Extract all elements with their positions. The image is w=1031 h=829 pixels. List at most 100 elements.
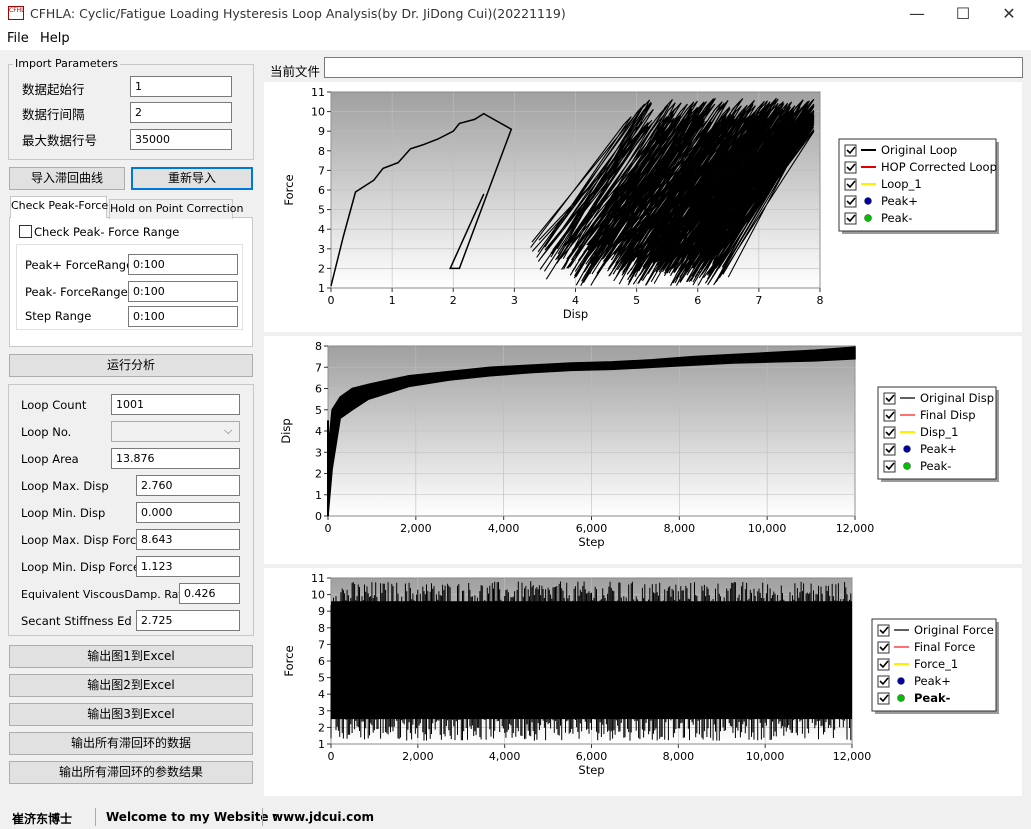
y-axis-label: Force: [282, 645, 296, 676]
y-tick-label: 7: [318, 164, 325, 177]
y-tick-label: 10: [311, 106, 325, 119]
loop-max-disp-force-label: Loop Max. Disp Force: [21, 533, 144, 547]
loop-no-label: Loop No.: [21, 425, 72, 439]
loop-max-disp-field[interactable]: 2.760: [136, 475, 240, 496]
y-tick-label: 2: [318, 262, 325, 275]
x-tick-label: 1: [389, 294, 396, 307]
chart1-panel: 0 1 2 3 4 5 6 7 8 1 2 3 4 5 6 7 8 9 10 11 Disp Force Original …: [264, 82, 1022, 332]
y-tick-label: 1: [318, 738, 325, 751]
x-tick-label: 4,000: [489, 750, 520, 763]
legend-marker-swatch: [897, 694, 905, 702]
y-tick-label: 11: [311, 572, 325, 585]
import-curve-button[interactable]: 导入滞回曲线: [9, 167, 125, 190]
x-tick-label: 4,000: [488, 522, 519, 535]
x-tick-label: 8: [817, 294, 824, 307]
legend-marker-swatch: [903, 445, 911, 453]
step-range-input[interactable]: 0:100: [128, 306, 238, 327]
loop-min-disp-label: Loop Min. Disp: [21, 506, 106, 520]
y-tick-label: 2: [315, 468, 322, 481]
peak-minus-range-label: Peak- ForceRange: [25, 285, 128, 299]
run-analysis-button[interactable]: 运行分析: [9, 354, 253, 377]
close-button[interactable]: ✕: [986, 0, 1031, 28]
peak-plus-range-input[interactable]: 0:100: [128, 254, 238, 275]
evd-ratio-label: Equivalent ViscousDamp. Ratio: [21, 588, 193, 601]
export-all-data-button[interactable]: 输出所有滞回环的数据: [9, 732, 253, 755]
y-tick-label: 0: [315, 510, 322, 523]
legend-entry: Peak+: [914, 674, 951, 688]
y-tick-label: 8: [315, 340, 322, 353]
y-tick-label: 3: [318, 243, 325, 256]
chevron-down-icon[interactable]: ⌵: [224, 424, 232, 438]
x-tick-label: 0: [328, 750, 335, 763]
y-tick-label: 5: [318, 672, 325, 685]
x-tick-label: 6,000: [576, 750, 608, 763]
x-tick-label: 2: [450, 294, 457, 307]
chart3-panel: 0 2,000 4,000 6,000 8,000 10,000 12,000 1 2 3 4 5 6 7…: [264, 568, 1022, 796]
row-interval-label: 数据行间隔: [22, 107, 85, 122]
maximize-button[interactable]: ☐: [940, 0, 986, 28]
check-range-checkbox[interactable]: [19, 225, 32, 238]
menu-bar: [0, 28, 1031, 50]
menu-help[interactable]: Help: [40, 31, 70, 46]
legend-marker-swatch: [864, 197, 872, 205]
x-tick-label: 3: [511, 294, 518, 307]
tab-check-peak-force[interactable]: Check Peak-Force: [10, 196, 108, 218]
peak-minus-range-input[interactable]: 0:100: [128, 281, 238, 302]
x-tick-label: 10,000: [746, 750, 785, 763]
reimport-button[interactable]: 重新导入: [131, 167, 253, 190]
y-tick-label: 2: [318, 721, 325, 734]
y-tick-label: 6: [318, 184, 325, 197]
legend-entry: Original Disp: [920, 391, 994, 405]
export-chart1-button[interactable]: 输出图1到Excel: [9, 645, 253, 668]
legend-entry: Force_1: [914, 657, 958, 671]
x-tick-label: 6: [694, 294, 701, 307]
current-file-field[interactable]: [324, 57, 1023, 78]
max-row-input[interactable]: 35000: [130, 129, 232, 150]
x-tick-label: 12,000: [836, 522, 875, 535]
loop-count-field[interactable]: 1001: [111, 394, 240, 415]
start-row-label: 数据起始行: [22, 82, 85, 97]
minimize-button[interactable]: —: [894, 0, 940, 28]
x-tick-label: 10,000: [748, 522, 787, 535]
x-tick-label: 8,000: [664, 522, 696, 535]
tab-hold-on-point[interactable]: Hold on Point Correction: [109, 199, 243, 219]
legend-entry: Original Loop: [881, 143, 957, 157]
y-tick-label: 4: [315, 425, 322, 438]
x-tick-label: 2,000: [402, 750, 434, 763]
loop-max-disp-force-field[interactable]: 8.643: [136, 529, 240, 550]
evd-ratio-field[interactable]: 0.426: [179, 583, 240, 604]
legend-marker-swatch: [897, 677, 905, 685]
y-tick-label: 1: [318, 282, 325, 295]
force-disp-chart: 0 1 2 3 4 5 6 7 81234567891011DispForceOriginal …: [282, 86, 999, 321]
disp-step-chart: 0 2,000 4,000 6,000 8,000 10,000 12,000 0 1 2 3 4 5 6…: [279, 340, 999, 549]
loop-min-disp-field[interactable]: 0.000: [136, 502, 240, 523]
welcome-label: Welcome to my Website :: [106, 810, 278, 824]
legend-marker-swatch: [903, 462, 911, 470]
loop-no-select[interactable]: [111, 421, 240, 442]
y-tick-label: 5: [315, 404, 322, 417]
x-tick-label: 7: [755, 294, 762, 307]
export-all-params-button[interactable]: 输出所有滞回环的参数结果: [9, 761, 253, 784]
x-axis-label: Disp: [563, 307, 588, 321]
export-chart3-button[interactable]: 输出图3到Excel: [9, 703, 253, 726]
row-interval-input[interactable]: 2: [130, 102, 232, 123]
export-chart2-button[interactable]: 输出图2到Excel: [9, 674, 253, 697]
x-tick-label: 0: [325, 522, 332, 535]
legend-entry: Final Disp: [920, 408, 976, 422]
website-link[interactable]: www.jdcui.com: [272, 810, 374, 824]
legend-entry: Peak-: [881, 211, 912, 225]
y-tick-label: 9: [318, 605, 325, 618]
start-row-input[interactable]: 1: [130, 76, 232, 97]
menu-file[interactable]: File: [7, 31, 29, 46]
loop-min-disp-force-field[interactable]: 1.123: [136, 556, 240, 577]
window-title: CFHLA: Cyclic/Fatigue Loading Hysteresis…: [30, 6, 566, 21]
legend-entry: Peak-: [914, 691, 951, 705]
legend-entry: Loop_1: [881, 177, 922, 191]
x-tick-label: 2,000: [400, 522, 432, 535]
secant-stiffness-field[interactable]: 2.725: [136, 610, 240, 631]
x-tick-label: 6,000: [576, 522, 608, 535]
loop-max-disp-label: Loop Max. Disp: [21, 479, 109, 493]
x-tick-label: 12,000: [833, 750, 872, 763]
loop-min-disp-force-label: Loop Min. Disp Force: [21, 560, 141, 574]
loop-area-field[interactable]: 13.876: [111, 448, 240, 469]
